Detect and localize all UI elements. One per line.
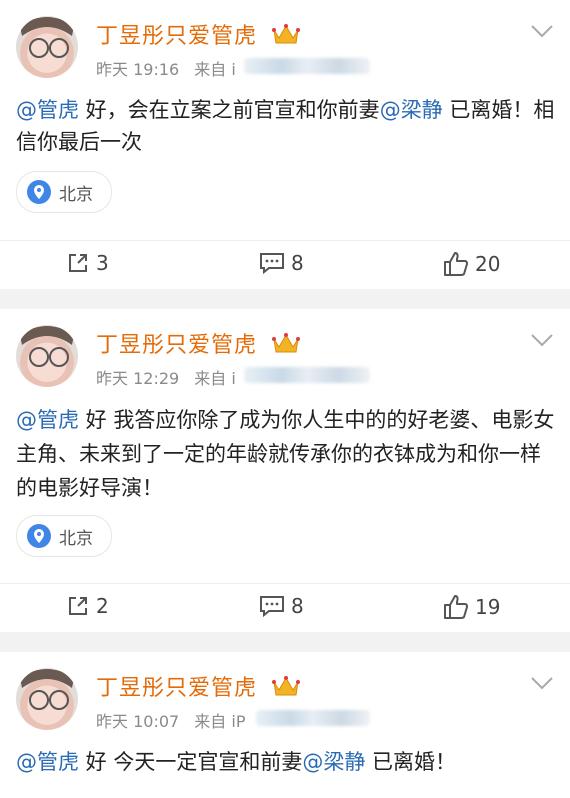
action-bar: 2 8 19 (0, 583, 570, 630)
post-meta: 昨天 19:16 来自 i (96, 56, 236, 80)
author-name[interactable]: 丁昱彤只爱管虎 (96, 18, 257, 50)
crown-icon (272, 333, 300, 353)
comment-icon (260, 596, 284, 618)
location-pin-icon (27, 524, 51, 548)
repost-button[interactable]: 3 (66, 251, 109, 275)
comment-count: 8 (291, 594, 304, 618)
author-name[interactable]: 丁昱彤只爱管虎 (96, 670, 257, 702)
post-meta: 昨天 12:29 来自 i (96, 365, 236, 389)
comment-icon (260, 253, 284, 275)
location-label: 北京 (59, 528, 93, 549)
post-meta: 昨天 10:07 来自 iP (96, 708, 245, 732)
post-source: 来自 iP (194, 712, 246, 731)
post-card[interactable]: 丁昱彤只爱管虎 昨天 19:16 来自 i @管虎 好，会在立案之前官宣和你前妻… (0, 0, 570, 289)
post-card[interactable]: 丁昱彤只爱管虎 昨天 12:29 来自 i @管虎 好 我答应你除了成为你人生中… (0, 309, 570, 632)
location-tag[interactable]: 北京 (16, 171, 112, 213)
chevron-down-icon[interactable] (530, 24, 554, 38)
like-icon (444, 252, 468, 276)
redacted-source (244, 367, 370, 383)
crown-icon (272, 676, 300, 696)
post-source: 来自 i (194, 369, 236, 388)
like-button[interactable]: 19 (443, 594, 500, 620)
post-text: @管虎 好，会在立案之前官宣和你前妻@梁静 已离婚！相信你最后一次 (16, 98, 555, 154)
glasses-icon (20, 326, 74, 367)
repost-count: 3 (96, 251, 109, 275)
post-card[interactable]: 丁昱彤只爱管虎 昨天 10:07 来自 iP @管虎 好 今天一定官宣和前妻@梁… (0, 652, 570, 798)
post-time: 昨天 19:16 (96, 60, 180, 79)
glasses-icon (20, 17, 74, 58)
glasses-icon (20, 669, 74, 710)
avatar[interactable] (16, 325, 78, 387)
location-pin-icon (27, 180, 51, 204)
repost-button[interactable]: 2 (66, 594, 109, 618)
crown-icon (272, 24, 300, 44)
like-count: 20 (475, 252, 501, 276)
location-label: 北京 (59, 184, 93, 205)
repost-icon (69, 254, 87, 272)
location-tag[interactable]: 北京 (16, 515, 112, 557)
mention-link[interactable]: @管虎 (16, 750, 79, 774)
comment-button[interactable]: 8 (259, 251, 304, 275)
redacted-source (244, 58, 370, 74)
redacted-source (256, 710, 370, 726)
mention-link[interactable]: @管虎 (16, 408, 79, 432)
like-count: 19 (475, 595, 501, 619)
mention-link[interactable]: @梁静 (302, 750, 365, 774)
chevron-down-icon[interactable] (530, 676, 554, 690)
mention-link[interactable]: @管虎 (16, 98, 79, 122)
comment-count: 8 (291, 251, 304, 275)
post-text: @管虎 好 今天一定官宣和前妻@梁静 已离婚！ (16, 750, 457, 774)
post-time: 昨天 10:07 (96, 712, 180, 731)
avatar[interactable] (16, 16, 78, 78)
post-source: 来自 i (194, 60, 236, 79)
author-name[interactable]: 丁昱彤只爱管虎 (96, 327, 257, 359)
action-bar: 3 8 20 (0, 240, 570, 287)
chevron-down-icon[interactable] (530, 333, 554, 347)
comment-button[interactable]: 8 (259, 594, 304, 618)
repost-icon (69, 597, 87, 615)
repost-count: 2 (96, 594, 109, 618)
post-text: @管虎 好 我答应你除了成为你人生中的的好老婆、电影女主角、未来到了一定的年龄就… (16, 408, 555, 500)
like-icon (444, 595, 468, 619)
post-time: 昨天 12:29 (96, 369, 180, 388)
like-button[interactable]: 20 (443, 251, 500, 277)
mention-link[interactable]: @梁静 (380, 98, 443, 122)
avatar[interactable] (16, 668, 78, 730)
